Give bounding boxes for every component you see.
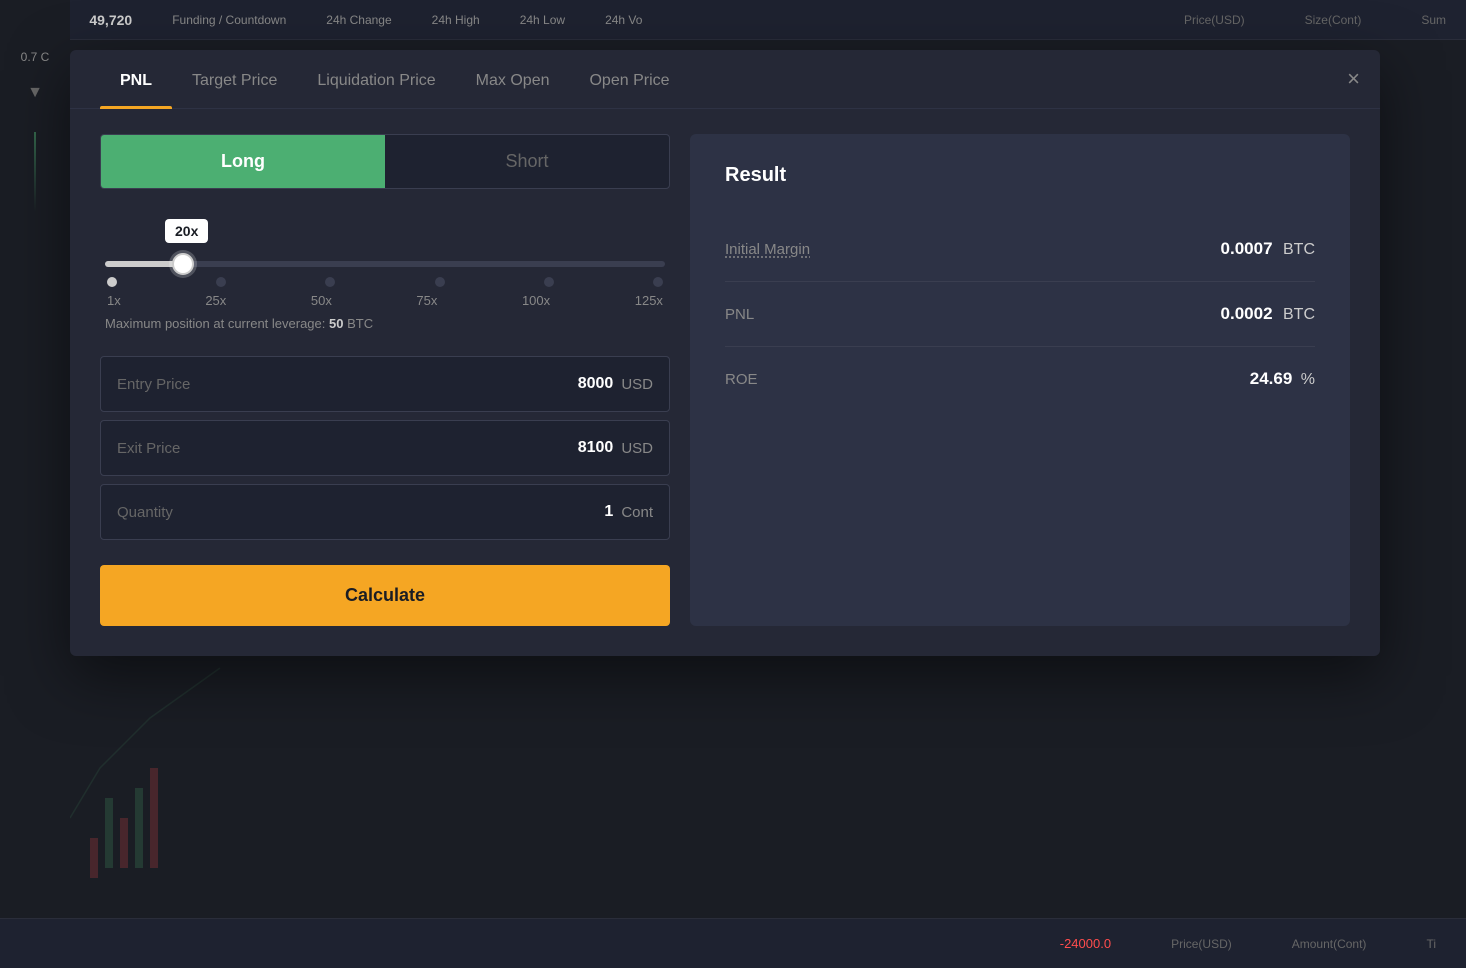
quantity-row[interactable]: Quantity 1 Cont [100, 484, 670, 540]
entry-price-value: 8000 [578, 375, 614, 393]
label-125x: 125x [635, 293, 663, 308]
input-group: Entry Price 8000 USD Exit Price 8100 USD… [100, 356, 670, 540]
col-funding: Funding / Countdown [172, 13, 286, 27]
pnl-value: 0.0002 BTC [1221, 304, 1315, 324]
calculator-modal: PNL Target Price Liquidation Price Max O… [70, 50, 1380, 656]
col-24h-vol: 24h Vo [605, 13, 642, 27]
top-bar: Index 49,720 Funding / Countdown 24h Cha… [0, 0, 1466, 40]
max-position-text: Maximum position at current leverage: 50… [105, 316, 665, 331]
entry-price-row[interactable]: Entry Price 8000 USD [100, 356, 670, 412]
roe-number: 24.69 [1250, 369, 1293, 388]
long-button[interactable]: Long [101, 135, 385, 188]
roe-value: 24.69 % [1250, 369, 1315, 389]
entry-price-unit: USD [621, 376, 653, 393]
pnl-unit: BTC [1283, 306, 1315, 323]
roe-label: ROE [725, 371, 758, 388]
roe-unit: % [1301, 371, 1315, 388]
index-price: 49,720 [89, 12, 132, 28]
pnl-number: 0.0002 [1221, 304, 1273, 323]
label-1x: 1x [107, 293, 121, 308]
label-75x: 75x [416, 293, 437, 308]
tab-open-price[interactable]: Open Price [569, 50, 689, 108]
bottom-col-amount: Amount(Cont) [1292, 937, 1367, 951]
bottom-bar: -24000.0 Price(USD) Amount(Cont) Ti [0, 918, 1466, 968]
leverage-slider-track[interactable] [105, 261, 665, 267]
pnl-label: PNL [725, 306, 754, 323]
dot-50x [325, 277, 335, 287]
dot-100x [544, 277, 554, 287]
dot-1x [107, 277, 117, 287]
quantity-unit: Cont [621, 504, 653, 521]
leverage-tooltip: 20x [165, 219, 208, 243]
tab-bar: PNL Target Price Liquidation Price Max O… [70, 50, 1380, 109]
exit-price-row[interactable]: Exit Price 8100 USD [100, 420, 670, 476]
col-24h-high: 24h High [432, 13, 480, 27]
col-24h-change: 24h Change [326, 13, 391, 27]
exit-price-unit: USD [621, 440, 653, 457]
slider-dots [105, 277, 665, 287]
dot-25x [216, 277, 226, 287]
result-row-roe: ROE 24.69 % [725, 347, 1315, 411]
result-row-initial-margin: Initial Margin 0.0007 BTC [725, 217, 1315, 282]
dropdown-arrow-icon: ▼ [27, 84, 43, 102]
result-row-pnl: PNL 0.0002 BTC [725, 282, 1315, 347]
col-24h-low: 24h Low [520, 13, 565, 27]
calculate-button[interactable]: Calculate [100, 565, 670, 626]
tab-target-price[interactable]: Target Price [172, 50, 297, 108]
initial-margin-unit: BTC [1283, 241, 1315, 258]
col-size-cont: Size(Cont) [1305, 13, 1362, 27]
initial-margin-number: 0.0007 [1221, 239, 1273, 258]
dot-125x [653, 277, 663, 287]
tab-max-open[interactable]: Max Open [456, 50, 570, 108]
tab-liquidation-price[interactable]: Liquidation Price [297, 50, 455, 108]
label-50x: 50x [311, 293, 332, 308]
bottom-col-price: Price(USD) [1171, 937, 1232, 951]
chart-line [34, 132, 36, 212]
close-button[interactable]: × [1347, 68, 1360, 90]
slider-thumb[interactable] [172, 253, 194, 275]
modal-body: Long Short 20x 1 [70, 109, 1380, 656]
tab-pnl[interactable]: PNL [100, 50, 172, 108]
label-100x: 100x [522, 293, 550, 308]
short-button[interactable]: Short [385, 135, 669, 188]
chart-left-panel: 0.7 C ▼ [0, 0, 70, 968]
left-panel: Long Short 20x 1 [100, 134, 670, 626]
long-short-toggle: Long Short [100, 134, 670, 189]
exit-price-label: Exit Price [117, 440, 578, 457]
col-sum: Sum [1421, 13, 1446, 27]
exit-price-value: 8100 [578, 439, 614, 457]
dot-75x [435, 277, 445, 287]
col-price-usd: Price(USD) [1184, 13, 1245, 27]
leverage-section: 20x 1x 25x 50x 75x [100, 219, 670, 331]
quantity-label: Quantity [117, 504, 604, 521]
initial-margin-label: Initial Margin [725, 241, 810, 258]
entry-price-label: Entry Price [117, 376, 578, 393]
quantity-value: 1 [604, 503, 613, 521]
candle-chart-area [70, 618, 270, 918]
bottom-col-ti: Ti [1426, 937, 1436, 951]
slider-labels: 1x 25x 50x 75x 100x 125x [105, 293, 665, 308]
right-panel: Result Initial Margin 0.0007 BTC PNL 0.0… [690, 134, 1350, 626]
negative-value: -24000.0 [1060, 936, 1111, 951]
result-title: Result [725, 164, 1315, 187]
initial-margin-value: 0.0007 BTC [1221, 239, 1315, 259]
result-rows: Initial Margin 0.0007 BTC PNL 0.0002 BTC… [725, 217, 1315, 411]
label-25x: 25x [205, 293, 226, 308]
